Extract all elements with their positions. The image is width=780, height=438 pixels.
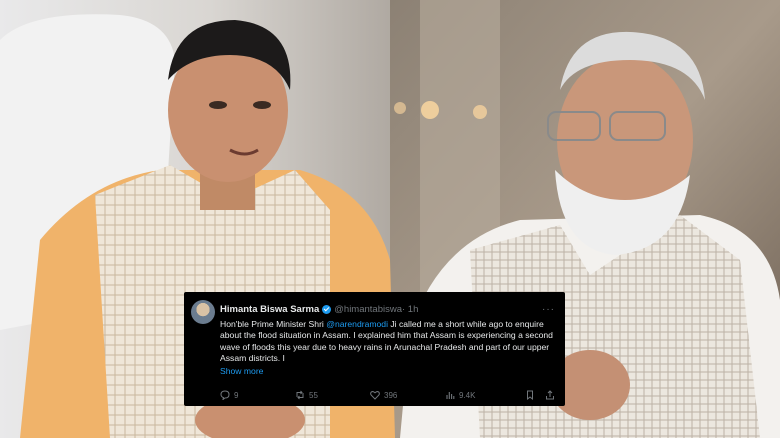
tweet-secondary-actions (525, 390, 555, 400)
repost-count: 55 (309, 390, 318, 400)
like-icon (370, 391, 380, 400)
tweet-time: · 1h (402, 303, 419, 315)
tweet-text: Hon'ble Prime Minister Shri @narendramod… (220, 319, 555, 365)
repost-button[interactable]: 55 (295, 390, 370, 400)
mention-link[interactable]: @narendramodi (326, 319, 388, 329)
views-button[interactable]: 9.4K (445, 390, 520, 400)
more-icon[interactable]: ··· (542, 304, 555, 315)
reply-count: 9 (234, 390, 239, 400)
reply-icon (220, 390, 230, 400)
reply-button[interactable]: 9 (220, 390, 295, 400)
show-more-link[interactable]: Show more (220, 366, 555, 376)
bookmark-icon[interactable] (525, 390, 535, 400)
repost-icon (296, 390, 304, 400)
tweet-text-part-1: Hon'ble Prime Minister Shri (220, 319, 327, 329)
author-name[interactable]: Himanta Biswa Sarma (220, 304, 319, 315)
verified-icon (322, 304, 332, 314)
share-icon[interactable] (545, 390, 555, 400)
like-count: 396 (384, 390, 398, 400)
views-count: 9.4K (459, 390, 476, 400)
views-icon (446, 392, 455, 399)
tweet-actions: 9 55 396 9.4K (220, 390, 555, 400)
like-button[interactable]: 396 (370, 390, 445, 400)
author-handle[interactable]: @himantabiswa (334, 304, 402, 315)
tweet-header: Himanta Biswa Sarma @himantabiswa · 1h ·… (194, 300, 555, 318)
tweet-card[interactable]: Himanta Biswa Sarma @himantabiswa · 1h ·… (184, 292, 565, 406)
avatar[interactable] (191, 300, 215, 324)
